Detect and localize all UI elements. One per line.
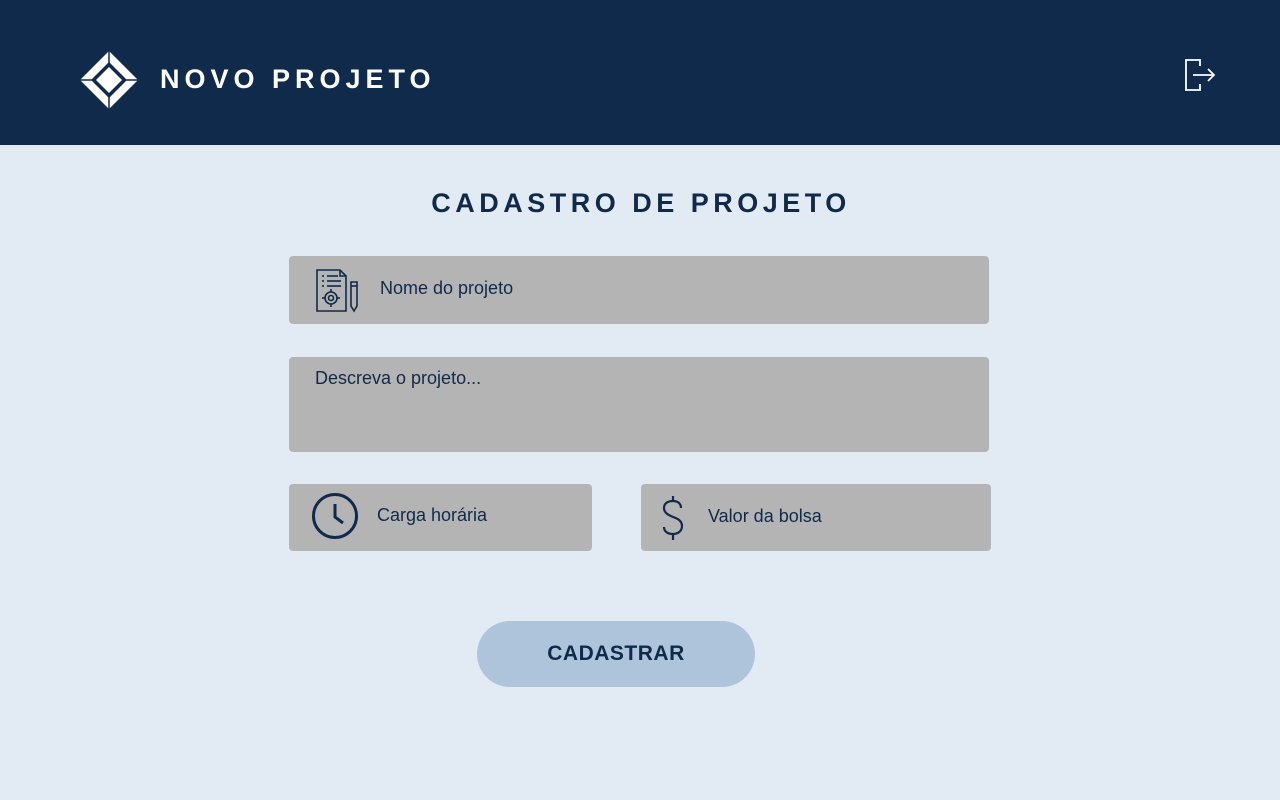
diamond-logo-icon	[80, 51, 138, 109]
app-header: NOVO PROJETO	[0, 0, 1280, 145]
workload-placeholder: Carga horária	[377, 505, 488, 525]
form-title: CADASTRO DE PROJETO	[431, 188, 851, 218]
dollar-icon	[662, 496, 684, 540]
description-textarea[interactable]: Descreva o projeto...	[289, 357, 989, 452]
register-button[interactable]: CADASTRAR	[477, 621, 755, 687]
app-title: NOVO PROJETO	[160, 64, 436, 94]
workload-input[interactable]: Carga horária	[289, 484, 592, 551]
clock-icon	[312, 493, 358, 539]
project-name-input[interactable]: Nome do projeto	[289, 256, 989, 324]
project-name-placeholder: Nome do projeto	[380, 278, 514, 298]
scholarship-value-placeholder: Valor da bolsa	[708, 506, 822, 526]
logout-icon[interactable]	[1184, 58, 1216, 92]
scholarship-value-input[interactable]: Valor da bolsa	[641, 484, 991, 551]
description-placeholder: Descreva o projeto...	[315, 368, 482, 388]
document-settings-icon	[316, 269, 358, 313]
